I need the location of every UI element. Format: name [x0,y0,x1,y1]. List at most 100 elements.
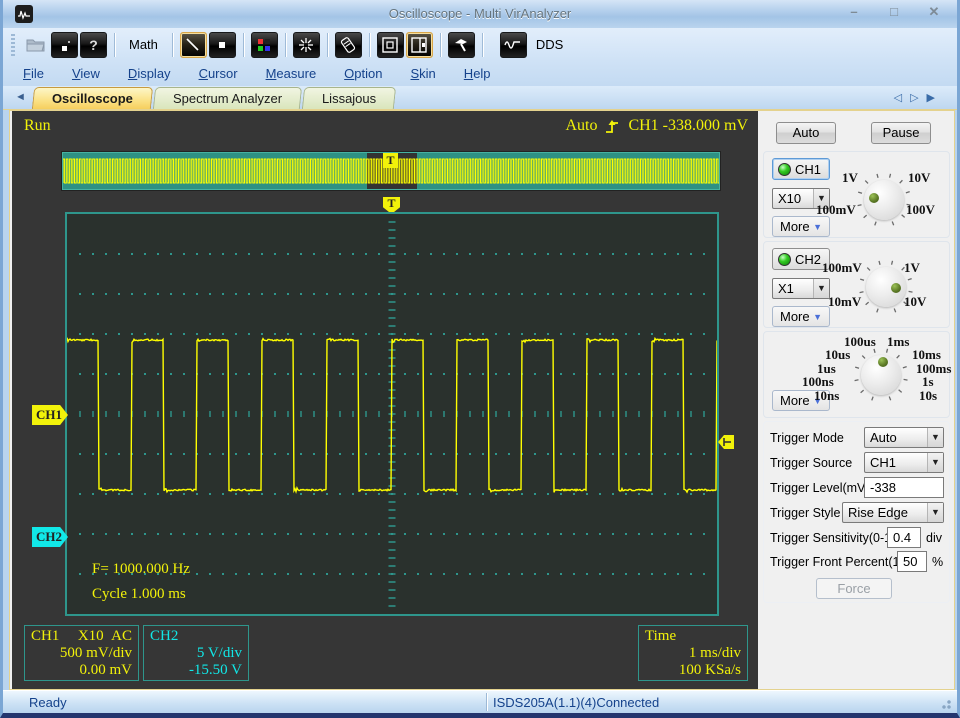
toolbar-separator [439,32,441,57]
ch1-offset: 0.00 mV [79,662,133,678]
border-view-icon[interactable] [376,31,404,58]
ch1-group: CH1 X10 ▼ More ▼ 1V 10V 100mV 100V [763,151,950,238]
status-bar: Ready ISDS205A(1.1)(4)Connected [3,690,957,713]
math-button[interactable]: Math [129,37,158,52]
ch2-zero-marker[interactable]: CH2 [32,527,68,547]
time-info-box: Time 1 ms/div 100 KSa/s [638,625,748,681]
menu-view[interactable]: View [72,66,100,81]
autoset-icon[interactable] [292,31,320,58]
tab-scroll-first-icon[interactable]: ◄ [15,91,26,103]
split-view-icon[interactable] [405,31,433,58]
trigger-level-input[interactable] [864,477,944,498]
time-scale: 1 ms/div [688,645,741,661]
trigger-front-input[interactable] [897,551,927,572]
menu-skin[interactable]: Skin [411,66,436,81]
chevron-down-icon: ▼ [927,503,943,522]
resize-grip-icon[interactable] [937,697,951,709]
ch1-volt-knob[interactable] [856,172,912,228]
ch1-enable-button[interactable]: CH1 [772,158,830,180]
chevron-down-icon: ▼ [927,453,943,472]
toolbar-separator [368,32,370,57]
dds-label: DDS [535,37,564,52]
status-separator [486,693,487,711]
maximize-icon[interactable]: □ [881,4,907,21]
help-icon[interactable]: ? [80,31,107,58]
close-icon[interactable]: ✕ [921,4,947,21]
force-button[interactable]: Force [816,578,892,599]
color-palette-icon[interactable] [250,31,278,58]
menu-cursor[interactable]: Cursor [199,66,238,81]
open-folder-icon[interactable] [22,32,49,58]
line-draw-icon[interactable] [179,31,207,58]
trigger-style-select[interactable]: Rise Edge ▼ [842,502,944,523]
ch2-volt-knob[interactable] [858,259,914,315]
sensitivity-unit: div [926,531,942,545]
pause-button[interactable]: Pause [871,122,931,144]
main-content: Run Auto CH1 -338.000 mV T T CH1 CH2 F= … [9,110,955,690]
trigger-style-label: Trigger Style [770,506,841,520]
menu-file[interactable]: File [23,66,44,81]
timebase-knob[interactable] [853,347,909,403]
title-bar: Oscilloscope - Multi VirAnalyzer – □ ✕ [3,0,957,28]
menu-measure[interactable]: Measure [266,66,317,81]
ch2-probe-select[interactable]: X1 ▼ [772,278,830,299]
trigger-level-marker[interactable] [718,434,735,450]
knob-indicator-dot [878,357,888,367]
time-knob-label: 10ns [814,388,840,403]
ch2-knob-label: 10mV [828,294,862,309]
ch2-knob-label: 100mV [822,260,862,275]
dds-wave-icon [499,31,527,58]
auto-button[interactable]: Auto [776,122,836,144]
menu-bar: File View Display Cursor Measure Option … [3,61,957,86]
overview-trigger-marker[interactable]: T [383,153,398,168]
dds-button[interactable]: DDS [499,31,571,58]
time-knob-label: 10s [919,388,938,403]
capture-overview-strip[interactable]: T [62,152,720,190]
minimize-icon[interactable]: – [841,4,867,21]
trigger-level-label: Trigger Level(mV) [770,481,870,495]
tab-scroll-icons[interactable]: ◁▷▶ [894,91,943,104]
ch1-scale: 500 mV/div [59,645,132,661]
scope-display: Run Auto CH1 -338.000 mV T T CH1 CH2 F= … [12,111,758,689]
ch2-group: CH2 X1 ▼ More ▼ 100mV 1V 10mV 10V [763,241,950,328]
tools-icon[interactable] [447,31,475,58]
trigger-group: Trigger Mode Auto ▼ Trigger Source CH1 ▼ T… [763,421,950,603]
run-status: Run [24,117,51,134]
status-ready: Ready [29,695,67,710]
trigger-mode-select[interactable]: Auto ▼ [864,427,944,448]
device-icon[interactable] [334,31,362,58]
chevron-down-icon: ▼ [927,428,943,447]
tab-oscilloscope[interactable]: Oscilloscope [31,87,154,109]
chevron-down-icon: ▼ [813,279,829,298]
ch1-zero-marker[interactable]: CH1 [32,405,68,425]
ch2-info-title: CH2 [150,628,179,644]
trigger-sensitivity-input[interactable] [887,527,921,548]
trigger-source-label: Trigger Source [770,456,853,470]
menu-display[interactable]: Display [128,66,171,81]
toolbar-grip[interactable] [11,33,15,56]
time-info-title: Time [645,628,677,644]
chevron-down-icon: ▼ [813,311,822,322]
trigger-source-select[interactable]: CH1 ▼ [864,452,944,473]
ch2-info-box: CH2 5 V/div -15.50 V [143,625,249,681]
trigger-status-readout: Auto CH1 -338.000 mV [565,117,748,135]
menu-option[interactable]: Option [344,66,382,81]
frequency-readout: F= 1000.000 Hz [92,561,191,577]
ch1-knob-label: 100mV [816,202,856,217]
ch2-led-icon [778,252,791,266]
app-window: Oscilloscope - Multi VirAnalyzer – □ ✕ ?… [0,0,960,718]
ch2-more-button[interactable]: More ▼ [772,306,830,327]
status-device: ISDS205A(1.1)(4)Connected [493,695,660,710]
tab-lissajous[interactable]: Lissajous [301,87,397,109]
display-dots-icon[interactable] [51,31,78,58]
toolbar-separator [284,32,286,57]
timebase-group: More ▼ 100us 1ms 10us 10ms 1us 100ms 100n… [763,331,951,418]
point-draw-icon[interactable] [208,31,236,58]
menu-help[interactable]: Help [464,66,491,81]
knob-indicator-dot [869,193,879,203]
ch1-more-button[interactable]: More ▼ [772,216,830,237]
trigger-sensitivity-label: Trigger Sensitivity(0-1.0) [770,531,906,545]
trigger-mode-label: Trigger Mode [770,431,844,445]
tab-spectrum-analyzer[interactable]: Spectrum Analyzer [152,87,303,109]
toolbar-separator [326,32,328,57]
